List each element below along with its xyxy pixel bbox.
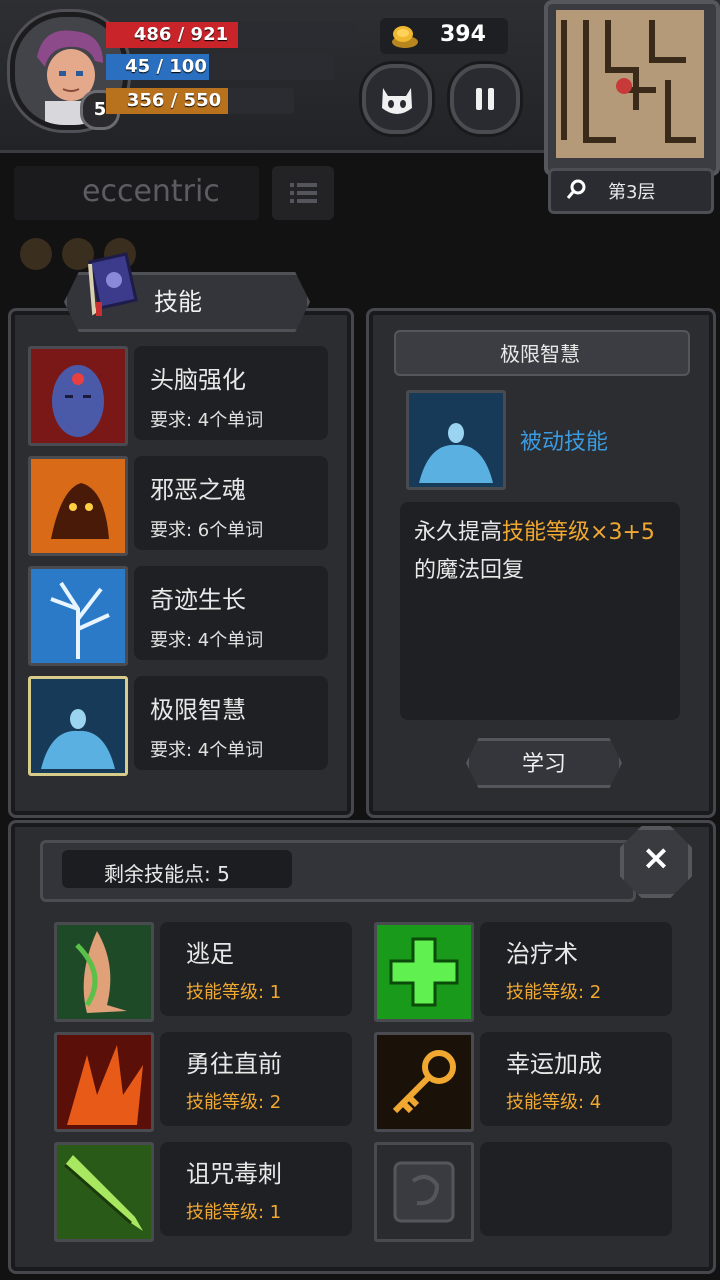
xp-bar: 356 / 550 [106,88,294,114]
skill-points-label: 剩余技能点: 5 [104,862,230,886]
owned-skill-level: 技能等级: 1 [186,982,282,1003]
skill-miracle-growth-icon[interactable] [28,566,128,666]
learn-button-label: 学习 [521,752,566,777]
skill-luck-key-icon[interactable] [374,1032,474,1132]
skill-ultimate-wisdom-icon[interactable] [28,676,128,776]
empty-skill-card [480,1142,672,1236]
floor-label: 第3层 [608,182,656,203]
pause-button[interactable] [450,64,520,134]
gold-coin-icon [390,22,420,54]
current-word: eccentric [82,174,220,209]
empty-skill-slot[interactable] [374,1142,474,1242]
skill-brain-boost-icon[interactable] [28,346,128,446]
close-icon: × [641,838,671,878]
rune-emblem-icon [377,1145,471,1239]
gold-amount: 394 [440,22,486,47]
skill-type-label: 被动技能 [520,430,609,455]
skill-book-icon [80,250,144,320]
owned-skill-level: 技能等级: 2 [186,1092,282,1113]
owned-skill-name: 逃足 [186,940,234,968]
owned-skill-name: 诅咒毒刺 [186,1160,282,1188]
hp-bar: 486 / 921 [106,22,356,48]
skills-tab-title: 技能 [154,288,202,316]
skill-name: 极限智慧 [150,696,246,724]
word-list-button[interactable] [272,166,334,220]
owned-skill-level: 技能等级: 2 [506,982,602,1003]
skill-name: 奇迹生长 [150,586,246,614]
monster-face-icon [382,88,412,114]
skill-requirement: 要求: 4个单词 [150,740,264,761]
skill-evil-soul-icon[interactable] [28,456,128,556]
skill-name: 头脑强化 [150,366,246,394]
list-icon [290,183,317,203]
skill-curse-sting-icon[interactable] [54,1142,154,1242]
hp-text: 486 / 921 [133,24,229,45]
skill-requirement: 要求: 4个单词 [150,630,264,651]
owned-skill-level: 技能等级: 1 [186,1202,282,1223]
desc-text: 永久提高 [414,520,503,545]
detail-title: 极限智慧 [500,342,580,366]
mp-bar: 45 / 100 [106,54,334,80]
search-icon [566,178,588,204]
owned-skill-name: 幸运加成 [506,1050,602,1078]
owned-skill-level: 技能等级: 4 [506,1092,602,1113]
minimap-view [556,10,704,158]
desc-highlight: 技能等级×3+5 [502,520,655,545]
owned-skill-name: 治疗术 [506,940,578,968]
desc-text: 的魔法回复 [414,558,525,583]
detail-skill-icon [406,390,506,490]
owned-skill-name: 勇往直前 [186,1050,282,1078]
xp-text: 356 / 550 [126,90,222,111]
skill-requirement: 要求: 6个单词 [150,520,264,541]
skill-requirement: 要求: 4个单词 [150,410,264,431]
skill-description: 永久提高技能等级×3+5 的魔法回复 [414,514,670,590]
monster-codex-button[interactable] [362,64,432,134]
mp-text: 45 / 100 [125,56,207,77]
skill-heal-icon[interactable] [374,922,474,1022]
skill-charge-icon[interactable] [54,1032,154,1132]
skill-name: 邪恶之魂 [150,476,246,504]
skill-escape-icon[interactable] [54,922,154,1022]
pause-icon [476,88,494,110]
